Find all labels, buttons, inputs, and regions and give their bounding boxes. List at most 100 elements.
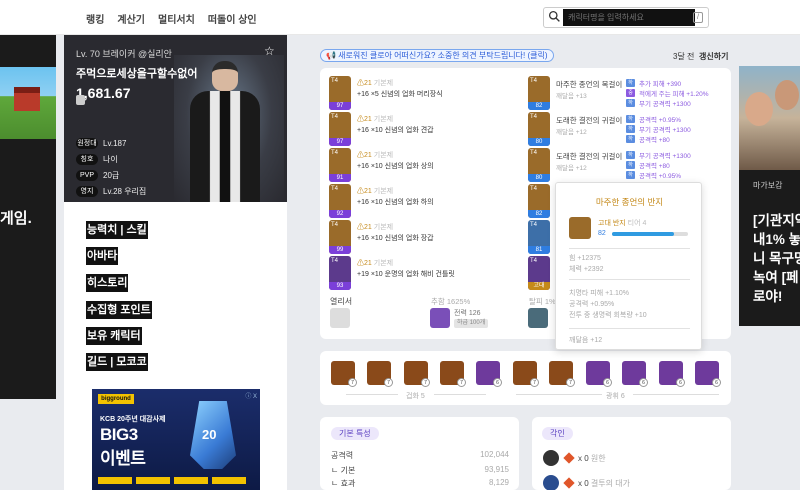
engraving-row[interactable]: x 0 결투의 대가 — [543, 475, 630, 490]
engraving-panel: 각인 x 0 원한 x 0 결투의 대가 — [532, 417, 731, 490]
refresh-button[interactable]: 갱신하기 — [699, 51, 728, 62]
favorite-star-icon[interactable]: ☆ — [264, 45, 276, 57]
ring-icon — [569, 217, 591, 239]
gem-slot[interactable]: 7 — [440, 361, 466, 387]
ability-stone-icon: T4 고대 — [528, 256, 550, 290]
menu-item-collection[interactable]: 수집형 포인트 — [86, 301, 152, 319]
menu-item-history[interactable]: 히스토리 — [86, 274, 129, 292]
armor-item-pants[interactable]: T4 92 ⚠21 기본제 +16 ×10 신념의 업화 하의 — [329, 184, 519, 218]
tooltip-line: 깨달음 +12 — [569, 337, 603, 344]
ring-icon: T4 82 — [528, 184, 550, 218]
search-box[interactable]: / — [543, 7, 709, 28]
nav-link-ranking[interactable]: 랭킹 — [86, 11, 104, 26]
accessory-name: 마주한 종언의 목걸이 — [556, 80, 623, 89]
weapon-icon: T4 93 — [329, 256, 351, 290]
armor-item-shoulder[interactable]: T4 97 ⚠21 기본제 +16 ×10 신념의 업화 견갑 — [329, 112, 519, 146]
tooltip-grade: 고대 반지 티어 4 — [598, 220, 647, 227]
shortcut-key-hint: / — [693, 12, 703, 23]
gem-slot[interactable]: 7 — [331, 361, 357, 387]
info-label: 원정대 — [76, 137, 98, 149]
bracelet-slot[interactable] — [330, 308, 350, 328]
gem-slot[interactable]: 7 — [549, 361, 575, 387]
armor-name: +16 ×10 신념의 업화 하의 — [357, 199, 434, 206]
bracelet-label: 열리서 — [330, 297, 353, 306]
gem-slot[interactable]: 6 — [622, 361, 648, 387]
armor-item-chest[interactable]: T4 91 ⚠21 기본제 +16 ×10 신념의 업화 상의 — [329, 148, 519, 182]
gem-slot[interactable]: 6 — [476, 361, 502, 387]
armor-enhance: ⚠21 기본제 — [357, 80, 394, 87]
menu-item-stats-skills[interactable]: 능력치 | 스킬 — [86, 221, 148, 239]
armor-enhance: ⚠21 기본제 — [357, 116, 394, 123]
character-profile-card: Lv. 70 브레이커 @실리안 주먹으로세상을구할수없어 1,681.67 ☆… — [64, 35, 287, 202]
tooltip-line: 전투 중 생명력 회복량 +10 — [569, 312, 647, 319]
armor-item-weapon[interactable]: T4 93 ⚠21 기본제 +19 ×10 운명의 업화 해비 건틀릿 — [329, 256, 519, 290]
stone-icon[interactable] — [430, 308, 450, 328]
nav-link-calculator[interactable]: 계산기 — [117, 11, 145, 26]
ad-big-text: BIG3 — [100, 425, 138, 444]
armor-name: +19 ×10 운명의 업화 해비 건틀릿 — [357, 271, 455, 278]
quality-bar — [612, 232, 688, 236]
gem-slot[interactable]: 7 — [513, 361, 539, 387]
info-row-expedition: 원정대 Lv.187 — [76, 136, 146, 150]
menu-item-avatar[interactable]: 아바타 — [86, 247, 119, 265]
tooltip-line: 치명타 피해 +1.10% — [569, 290, 630, 297]
gem-panel: 7 7 7 7 6 7 7 6 6 6 6 겁화 5 광휘 6 — [320, 351, 731, 405]
gem-slot[interactable]: 6 — [586, 361, 612, 387]
accessory-name: 도래한 결전의 귀걸이 — [556, 116, 623, 125]
tooltip-title: 마주한 종언의 반지 — [595, 197, 664, 207]
gem-slot[interactable]: 6 — [695, 361, 721, 387]
gem-slot[interactable]: 7 — [367, 361, 393, 387]
ad-info-badge[interactable]: ⓘ X — [245, 391, 257, 400]
tab-basic-stats[interactable]: 기본 특성 — [331, 427, 379, 440]
combat-power: 1,681.67 — [76, 85, 131, 105]
nav-link-multisearch[interactable]: 멀티서치 — [158, 11, 195, 26]
info-value: 20급 — [103, 170, 120, 180]
armor-name: +16 ×5 신념의 업화 머리장식 — [357, 91, 443, 98]
accessory-earring-1[interactable]: T4 80 도래한 결전의 귀걸이 깨달음 +12 하 공격력 +0.95% 하 무기… — [528, 112, 718, 146]
menu-item-characters[interactable]: 보유 캐릭터 — [86, 327, 142, 345]
gem-slot[interactable]: 6 — [659, 361, 685, 387]
ad-partner-logos — [98, 477, 246, 484]
armor-item-gloves[interactable]: T4 99 ⚠21 기본제 +16 ×10 신념의 업화 장갑 — [329, 220, 519, 254]
feedback-notice-link[interactable]: 📢 새로워진 클로아 어떠신가요? 소중한 의견 부탁드립니다! (클릭) — [320, 49, 554, 62]
search-icon — [548, 10, 560, 22]
nav-link-merchant[interactable]: 떠돌이 상인 — [208, 11, 257, 26]
item-tooltip: 마주한 종언의 반지 고대 반지 티어 4 82 힘 +12375 체력 +23… — [555, 182, 702, 350]
ad-trophy-number: 20 — [202, 427, 217, 442]
last-updated-time: 3달 전 — [673, 52, 695, 61]
accessory-necklace[interactable]: T4 82 마주한 종언의 목걸이 깨달음 +13 하 추가 피해 +390 중 적에… — [528, 76, 718, 110]
quality-bar-fill — [612, 232, 675, 236]
menu-advertisement[interactable]: bigground ⓘ X KCB 20주년 대감사제 BIG3 이벤트 20 — [92, 389, 260, 490]
tab-engravings[interactable]: 각인 — [542, 427, 573, 440]
stone-chip: 하급 100개 — [454, 319, 489, 328]
armor-enhance: ⚠21 기본제 — [357, 188, 394, 195]
divider — [569, 328, 690, 329]
accessory-earring-2[interactable]: T4 80 도래한 결전의 귀걸이 깨달음 +12 하 무기 공격력 +1300 하… — [528, 148, 718, 182]
gem-group-label: 겁화 5 — [406, 393, 425, 400]
tooltip-line: 힘 +12375 — [569, 255, 601, 262]
shoulder-icon: T4 97 — [329, 112, 351, 146]
profile-info-list: 원정대 Lv.187 칭호 나이 PVP 20급 영지 Lv.28 우리집 — [76, 136, 146, 200]
tooltip-line: 공격력 +0.95% — [569, 301, 615, 308]
bracelet-icon[interactable] — [528, 308, 548, 328]
basic-stats-panel: 기본 특성 공격력 102,044 ㄴ 기본 93,915 ㄴ 효과 8,129 — [320, 417, 519, 490]
info-row-title: 칭호 나이 — [76, 152, 146, 166]
left-advertisement[interactable]: 게임. — [0, 35, 56, 399]
stone-label: 추함 1625% — [431, 297, 471, 306]
right-advertisement[interactable]: 마가보감 [기관지약 내1% 놓 니 목구멍 녹여 [페 로야! — [739, 66, 800, 326]
gloves-icon: T4 99 — [329, 220, 351, 254]
armor-item-helmet[interactable]: T4 97 ⚠21 기본제 +16 ×5 신념의 업화 머리장식 — [329, 76, 519, 110]
engraving-gem-icon — [563, 477, 575, 489]
armor-name: +16 ×10 신념의 업화 견갑 — [357, 127, 434, 134]
gem-slot[interactable]: 7 — [404, 361, 430, 387]
divider — [569, 279, 690, 280]
ad-event-text: 이벤트 — [100, 449, 146, 468]
ad-person-image — [745, 92, 773, 126]
divider — [633, 394, 719, 395]
accessory-sub: 깨달음 +13 — [556, 93, 587, 100]
accessory-sub: 깨달음 +12 — [556, 129, 587, 136]
menu-item-guild-mokoko[interactable]: 길드 | 모코코 — [86, 353, 148, 371]
info-value: Lv.187 — [103, 138, 127, 148]
search-input[interactable] — [563, 9, 695, 26]
engraving-row[interactable]: x 0 원한 — [543, 450, 606, 466]
